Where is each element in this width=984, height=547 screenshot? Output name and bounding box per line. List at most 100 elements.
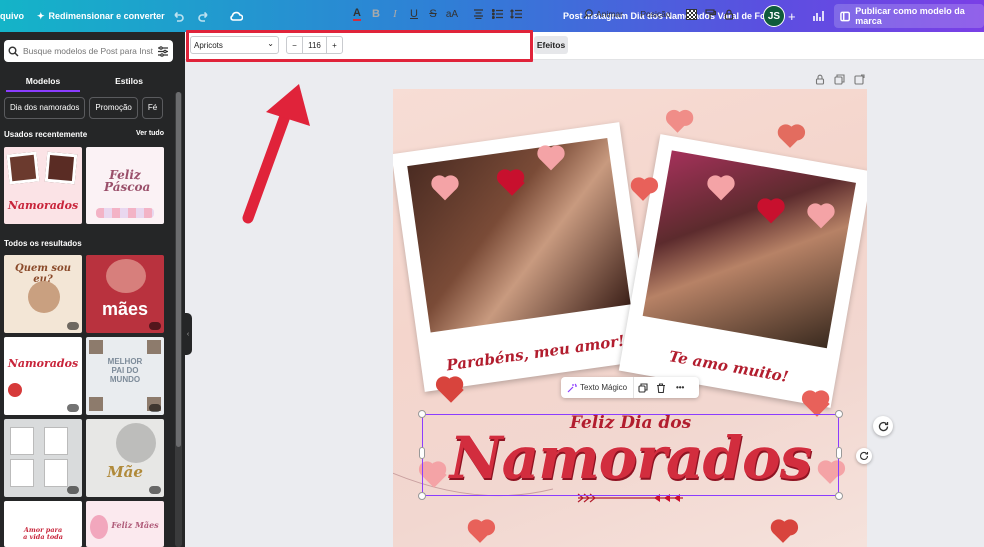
more-options-icon[interactable]: •••: [670, 383, 690, 392]
template-thumb[interactable]: MELHOR PAI DO MUNDO: [86, 337, 164, 415]
template-thumb[interactable]: Feliz Mães: [86, 501, 164, 547]
couple-photo-left[interactable]: [407, 137, 631, 333]
scrollbar-thumb[interactable]: [176, 92, 181, 447]
analytics-icon[interactable]: [812, 0, 824, 32]
all-results-heading: Todos os resultados: [4, 239, 164, 248]
crown-icon: [67, 322, 79, 330]
position-button[interactable]: Posição: [638, 0, 673, 28]
animate-icon: [583, 9, 593, 19]
panel-scrollbar[interactable]: [175, 92, 182, 547]
paint-format-icon[interactable]: [704, 0, 716, 28]
tab-modelos[interactable]: Modelos: [0, 70, 86, 92]
see-all-link[interactable]: Ver tudo: [136, 130, 164, 137]
effects-label: Efeitos: [536, 40, 566, 50]
templates-panel: Modelos Estilos Dia dos namoradosPromoçã…: [0, 32, 185, 547]
lock-icon[interactable]: [723, 0, 735, 28]
resize-handle[interactable]: [419, 447, 425, 459]
case-icon: aA: [445, 8, 459, 20]
text-color-button[interactable]: A: [350, 0, 364, 28]
bold-icon: B: [372, 8, 380, 20]
chevron-down-icon: ⌄: [267, 39, 274, 48]
template-search[interactable]: [4, 40, 173, 62]
resize-handle[interactable]: [418, 410, 426, 418]
annotation-arrow: [242, 84, 310, 224]
template-thumb[interactable]: [4, 419, 82, 497]
lock-page-icon[interactable]: [815, 72, 827, 85]
font-selector[interactable]: Apricots ⌄: [190, 36, 279, 54]
transparency-icon[interactable]: [685, 0, 697, 28]
template-thumb[interactable]: Namorados: [4, 337, 82, 415]
position-label: Posição: [640, 9, 671, 19]
add-icon[interactable]: +: [788, 0, 796, 32]
crown-icon: [149, 404, 161, 412]
filter-chips: Dia dos namorados Promoção Fé: [4, 97, 174, 119]
chip-promocao[interactable]: Promoção: [89, 97, 138, 119]
undo-icon[interactable]: [172, 0, 184, 32]
thumb-text: Feliz Páscoa: [104, 168, 151, 194]
element-context-bar: Texto Mágico •••: [561, 377, 699, 398]
add-page-icon[interactable]: [854, 72, 866, 85]
thumb-text: Mãe: [107, 463, 143, 481]
resize-handle[interactable]: [835, 492, 843, 500]
animate-label: Animar: [596, 9, 623, 19]
redo-icon[interactable]: [198, 0, 210, 32]
list-icon[interactable]: [490, 0, 504, 28]
effects-button[interactable]: Efeitos: [534, 36, 568, 54]
resize-label: Redimensionar e converter: [48, 11, 165, 21]
underline-button[interactable]: U: [407, 0, 421, 28]
thumb-text: Namorados: [7, 357, 79, 370]
template-thumb[interactable]: Amor para a vida toda: [4, 501, 82, 547]
collapse-panel-button[interactable]: ‹: [184, 313, 192, 355]
chip-dia-dos-namorados[interactable]: Dia dos namorados: [4, 97, 86, 119]
resize-button[interactable]: ✦ Redimensionar e converter: [37, 0, 165, 32]
duplicate-page-icon[interactable]: [834, 72, 846, 85]
search-input[interactable]: [23, 46, 153, 56]
star-icon: ✦: [37, 10, 45, 21]
font-size-stepper: − 116 +: [286, 36, 343, 54]
duplicate-icon[interactable]: [634, 382, 652, 393]
publish-template-button[interactable]: Publicar como modelo da marca: [834, 4, 984, 28]
template-thumb[interactable]: Mãe: [86, 419, 164, 497]
strikethrough-button[interactable]: S: [426, 0, 440, 28]
align-center-icon[interactable]: [471, 0, 485, 28]
polaroid-left[interactable]: Parabéns, meu amor!: [393, 122, 653, 392]
avatar[interactable]: JS: [763, 5, 785, 27]
polaroid-right[interactable]: Te amo muito!: [618, 134, 867, 408]
chip-fe[interactable]: Fé: [141, 97, 164, 119]
font-size-input[interactable]: 116: [303, 37, 326, 53]
tab-estilos[interactable]: Estilos: [86, 70, 172, 92]
increase-size-button[interactable]: +: [326, 37, 342, 53]
case-button[interactable]: aA: [444, 0, 460, 28]
template-thumb[interactable]: mães: [86, 255, 164, 333]
bold-button[interactable]: B: [369, 0, 383, 28]
refresh-icon[interactable]: [873, 416, 893, 436]
resize-handle[interactable]: [418, 492, 426, 500]
crown-icon: [149, 486, 161, 494]
magic-text-button[interactable]: Texto Mágico: [561, 377, 635, 398]
resize-handle[interactable]: [835, 410, 843, 418]
recent-heading: Usados recentemente Ver tudo: [4, 130, 164, 139]
line-spacing-icon[interactable]: [509, 0, 523, 28]
panel-tabs: Modelos Estilos: [0, 70, 172, 92]
search-icon: [8, 46, 19, 56]
couple-photo-right[interactable]: [642, 150, 856, 349]
font-name: Apricots: [194, 40, 223, 50]
italic-button[interactable]: I: [388, 0, 402, 28]
template-thumb[interactable]: Feliz Páscoa: [86, 147, 164, 224]
cloud-save-icon[interactable]: [229, 0, 243, 32]
file-menu[interactable]: quivo: [0, 0, 24, 32]
resize-handle[interactable]: [836, 447, 842, 459]
selection-box: [422, 414, 839, 496]
trash-icon[interactable]: [652, 382, 670, 393]
chevron-left-icon: ‹: [186, 330, 190, 338]
avatar-initials: JS: [767, 10, 781, 22]
decrease-size-button[interactable]: −: [287, 37, 303, 53]
template-thumb[interactable]: Namorados: [4, 147, 82, 224]
tab-modelos-label: Modelos: [25, 76, 61, 86]
filter-icon[interactable]: [157, 45, 169, 57]
rotate-icon[interactable]: [856, 448, 872, 464]
thumb-text: MELHOR PAI DO MUNDO: [107, 357, 143, 384]
all-results-title: Todos os resultados: [4, 239, 82, 248]
animate-button[interactable]: Animar: [581, 0, 625, 28]
template-thumb[interactable]: Quem sou eu?: [4, 255, 82, 333]
